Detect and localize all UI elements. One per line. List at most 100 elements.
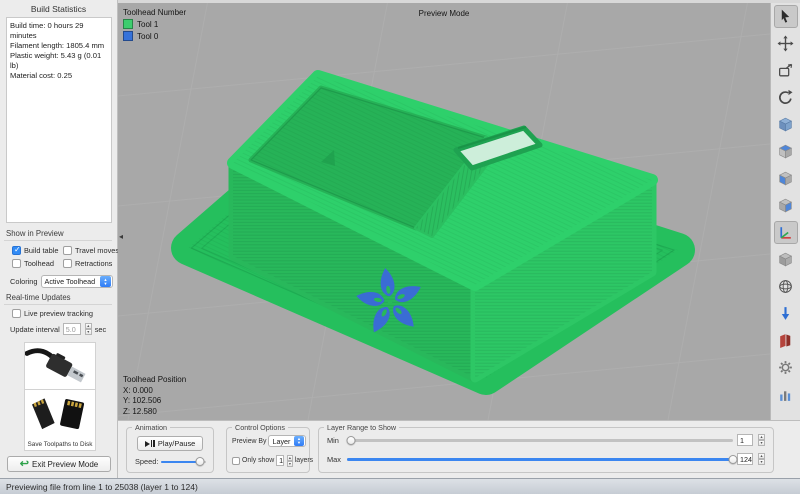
support-structures[interactable] — [774, 383, 798, 406]
toolhead-position-title: Toolhead Position — [123, 375, 186, 386]
toolhead-checkbox[interactable] — [12, 259, 21, 268]
toolhead-x: X: 0.000 — [123, 386, 186, 397]
live-tracking-checkbox[interactable] — [12, 309, 21, 318]
max-layer-slider[interactable] — [347, 455, 733, 464]
only-show-label: Only show — [242, 457, 274, 464]
only-show-checkbox[interactable] — [232, 457, 240, 465]
status-bar: Previewing file from line 1 to 25038 (la… — [0, 478, 800, 494]
coordinate-axes-toggle[interactable] — [774, 221, 798, 244]
stat-filament-length: Filament length: 1805.4 mm — [10, 41, 108, 51]
exit-button-label: Exit Preview Mode — [32, 460, 98, 469]
tool0-swatch — [123, 31, 133, 41]
sd-cards-image — [25, 392, 95, 436]
wireframe-toggle[interactable] — [774, 275, 798, 298]
toolhead-position-readout: Toolhead Position X: 0.000 Y: 102.506 Z:… — [123, 375, 186, 417]
only-show-input[interactable]: 1 — [276, 455, 284, 466]
control-options-group-label: Control Options — [232, 423, 288, 432]
travel-moves-label: Travel moves — [75, 246, 119, 255]
min-layer-stepper[interactable]: ▲▼ — [758, 434, 765, 446]
play-pause-icon — [145, 440, 155, 447]
viewport-3d[interactable]: Toolhead Number Tool 1 Tool 0 Preview Mo… — [118, 0, 770, 420]
preview-by-row: Preview By Layer ▲▼ — [232, 435, 306, 447]
save-to-disk-card[interactable]: Save Toolpaths to Disk — [24, 389, 96, 451]
update-interval-unit: sec — [95, 325, 107, 334]
preview-mode-label: Preview Mode — [118, 9, 770, 18]
move-tool[interactable] — [774, 32, 798, 55]
section-realtime-updates: Real-time Updates — [6, 293, 71, 302]
panel-collapse-arrow[interactable]: ◂ — [119, 232, 123, 241]
checkbox-toolhead[interactable]: Toolhead — [12, 259, 54, 268]
min-layer-slider[interactable] — [347, 436, 733, 445]
cursor-tool[interactable] — [774, 5, 798, 28]
only-show-row: Only show 1 ▲▼ layers — [232, 455, 306, 466]
side-view[interactable] — [774, 194, 798, 217]
toolhead-y: Y: 102.506 — [123, 396, 186, 407]
max-label: Max — [327, 455, 343, 464]
coloring-label: Coloring — [10, 277, 38, 286]
exit-preview-mode-button[interactable]: ↩ Exit Preview Mode — [7, 456, 111, 472]
rotate-view-tool[interactable] — [774, 86, 798, 109]
toolhead-z: Z: 12.580 — [123, 407, 186, 418]
update-interval-input[interactable]: 5.0 — [63, 323, 81, 335]
window-top-strip — [118, 0, 800, 3]
speed-slider[interactable] — [161, 457, 206, 466]
preview-by-select[interactable]: Layer ▲▼ — [268, 435, 306, 447]
view-toolbar — [770, 0, 800, 420]
retractions-checkbox[interactable] — [63, 259, 72, 268]
update-interval-label: Update interval — [10, 325, 60, 334]
checkbox-build-table[interactable]: Build table — [12, 246, 59, 255]
max-layer-stepper[interactable]: ▲▼ — [758, 453, 765, 465]
play-pause-button[interactable]: Play/Pause — [137, 436, 203, 451]
printed-model-canvas — [118, 0, 770, 420]
min-layer-input[interactable]: 1 — [737, 434, 753, 446]
coloring-select[interactable]: Active Toolhead ▲▼ — [41, 275, 113, 288]
animation-group-label: Animation — [132, 423, 170, 432]
toolhead-label: Toolhead — [24, 259, 54, 268]
coloring-value: Active Toolhead — [45, 277, 96, 286]
min-slider-handle[interactable] — [346, 436, 355, 445]
coloring-row: Coloring Active Toolhead ▲▼ — [10, 275, 113, 288]
layers-label: layers — [295, 457, 313, 464]
front-view[interactable] — [774, 167, 798, 190]
divider — [4, 240, 112, 241]
checkbox-live-tracking[interactable]: Live preview tracking — [12, 309, 93, 318]
max-layer-input[interactable]: 124 — [737, 453, 753, 465]
solid-model-toggle[interactable] — [774, 248, 798, 271]
build-statistics-panel: Build Statistics Build time: 0 hours 29 … — [0, 0, 118, 478]
select-arrows-icon: ▲▼ — [100, 276, 111, 287]
pan-view-tool[interactable] — [774, 59, 798, 82]
sd-card-caption: Save Toolpaths to Disk — [25, 441, 95, 448]
retractions-label: Retractions — [75, 259, 112, 268]
speed-slider-handle[interactable] — [195, 457, 204, 466]
min-layer-row: Min 1 ▲▼ — [327, 434, 765, 446]
printed-model — [188, 76, 678, 378]
legend-item-tool0: Tool 0 — [123, 31, 186, 41]
min-label: Min — [327, 436, 343, 445]
travel-moves-checkbox[interactable] — [63, 246, 72, 255]
checkbox-travel-moves[interactable]: Travel moves — [63, 246, 119, 255]
checkbox-retractions[interactable]: Retractions — [63, 259, 112, 268]
divider — [4, 304, 112, 305]
update-interval-stepper[interactable]: ▲▼ — [85, 323, 92, 335]
live-tracking-label: Live preview tracking — [24, 309, 93, 318]
default-view[interactable] — [774, 113, 798, 136]
only-show-stepper[interactable]: ▲▼ — [287, 455, 293, 466]
settings-gear[interactable] — [774, 356, 798, 379]
top-view[interactable] — [774, 140, 798, 163]
section-show-in-preview: Show in Preview — [6, 229, 64, 238]
exit-arrow-icon: ↩ — [20, 459, 29, 469]
build-table-checkbox[interactable] — [12, 246, 21, 255]
panel-title: Build Statistics — [0, 4, 117, 14]
stat-plastic-weight: Plastic weight: 5.43 g (0.01 lb) — [10, 51, 108, 71]
update-interval-row: Update interval 5.0 ▲▼ sec — [10, 323, 106, 335]
select-arrows-icon: ▲▼ — [294, 436, 304, 446]
legend-item-tool1: Tool 1 — [123, 19, 186, 29]
normals-toggle[interactable] — [774, 302, 798, 325]
animation-group: Animation Play/Pause Speed: — [126, 427, 214, 473]
tool1-swatch — [123, 19, 133, 29]
stat-build-time: Build time: 0 hours 29 minutes — [10, 21, 108, 41]
layer-range-group: Layer Range to Show Min 1 ▲▼ Max 124 ▲▼ — [318, 427, 774, 473]
usb-cable-image — [25, 345, 95, 389]
max-slider-handle[interactable] — [729, 455, 738, 464]
cross-section-tool[interactable] — [774, 329, 798, 352]
